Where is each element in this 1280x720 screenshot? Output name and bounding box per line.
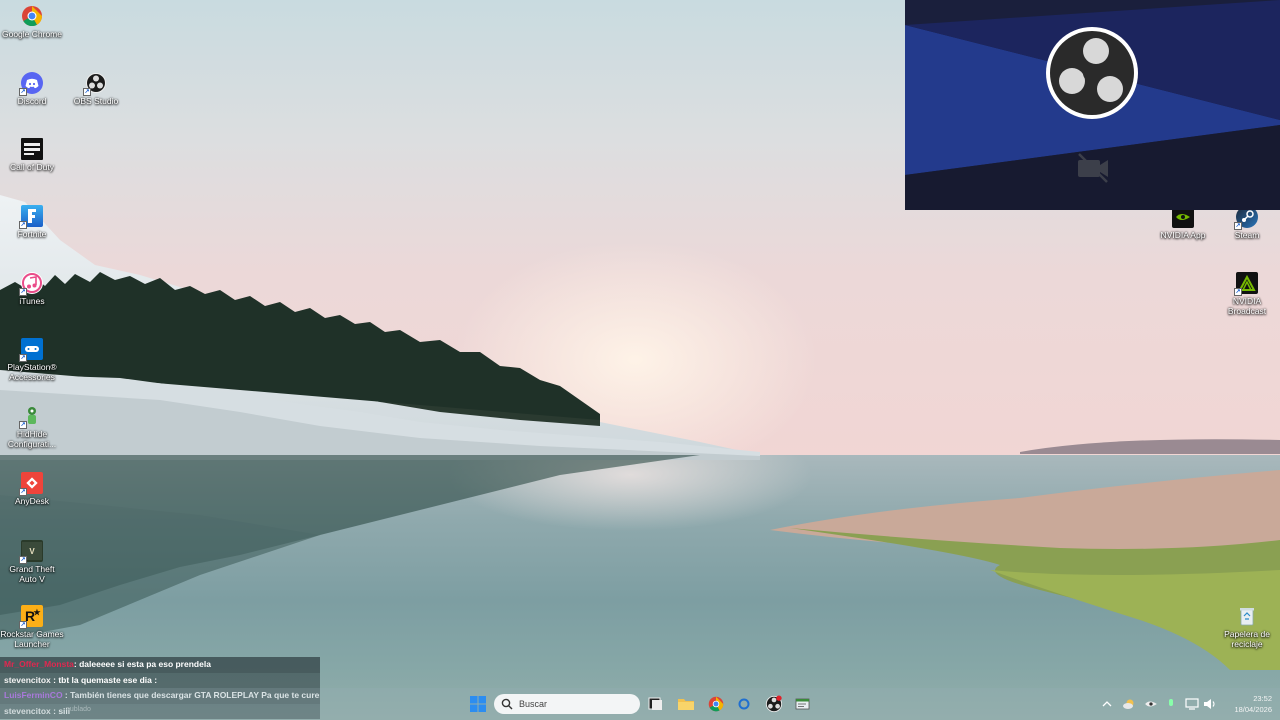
svg-text:★: ★ — [33, 608, 41, 617]
desktop-icon-rockstar[interactable]: R ★ ↗ Rockstar Games Launcher — [0, 605, 64, 649]
desktop-icon-label: AnyDesk — [14, 496, 49, 506]
camera-off-icon — [1078, 153, 1108, 183]
desktop-icon-obs[interactable]: ↗ OBS Studio — [64, 72, 128, 106]
desktop-icon-discord[interactable]: ↗ Discord — [0, 72, 64, 106]
tray-mic[interactable] — [1164, 696, 1178, 712]
taskbar-cortana[interactable] — [733, 694, 755, 714]
desktop-icon-label: Call of Duty — [10, 162, 54, 172]
tray-volume[interactable] — [1202, 696, 1218, 712]
wallpaper-mountain — [0, 195, 760, 460]
playstation-icon: ↗ — [19, 338, 43, 362]
taskbar-search[interactable]: Buscar — [494, 694, 640, 714]
desktop-icon-hidhide[interactable]: ↗ HidHide Configurati... — [0, 405, 64, 449]
desktop-icon-chrome[interactable]: Google Chrome — [0, 5, 64, 39]
itunes-icon: ↗ — [19, 272, 43, 296]
folder-icon — [678, 699, 694, 710]
recycle-bin-icon — [1236, 605, 1258, 627]
desktop-icon-label: iTunes — [19, 296, 45, 306]
desktop-icon-label: Grand Theft Auto V — [9, 564, 55, 584]
discord-icon: ↗ — [19, 72, 43, 96]
desktop-icon-label: PlayStation® Accessories — [7, 362, 57, 382]
rockstar-icon: R ★ ↗ — [19, 605, 43, 629]
desktop-icon-label: OBS Studio — [73, 96, 119, 106]
desktop-icon-fortnite[interactable]: ↗ Fortnite — [0, 205, 64, 239]
call-of-duty-icon — [21, 138, 43, 160]
desktop-icon-nvidia-broadcast[interactable]: ↗ NVIDIA Broadcast — [1215, 272, 1279, 316]
chat-text: : tbt la quemaste ese dia : — [50, 674, 158, 685]
search-icon — [501, 698, 513, 710]
desktop-icon-label: Fortnite — [17, 229, 47, 239]
tray-network[interactable] — [1184, 696, 1200, 712]
obs-icon — [765, 695, 783, 713]
clock-date: 18/04/2026 — [1234, 705, 1272, 714]
desktop-icon-nvidia-app[interactable]: NVIDIA App — [1151, 206, 1215, 240]
gta-icon: V ↗ — [19, 540, 43, 564]
tray-weather[interactable] — [1121, 696, 1137, 712]
microphone-icon — [1169, 699, 1173, 706]
chevron-up-icon — [1102, 701, 1112, 707]
obs-camera-preview[interactable] — [905, 0, 1280, 210]
weather-cloud-icon — [1123, 699, 1134, 709]
show-hidden-icons-button[interactable] — [1100, 696, 1114, 712]
desktop-icon-label: HidHide Configurati... — [7, 429, 57, 449]
circle-app-icon — [738, 698, 750, 710]
window-app-icon — [795, 698, 810, 710]
desktop-icon-call-of-duty[interactable]: Call of Duty — [0, 138, 64, 172]
taskbar-clock[interactable]: 23:52 18/04/2026 — [1222, 693, 1272, 715]
desktop-icon-steam[interactable]: ↗ Steam — [1215, 206, 1279, 240]
start-button[interactable] — [467, 694, 489, 714]
network-icon — [1185, 698, 1199, 710]
nvidia-tray-icon — [1145, 701, 1157, 707]
desktop-icon-label: NVIDIA Broadcast — [1227, 296, 1267, 316]
obs-logo-icon — [1046, 27, 1138, 119]
chat-text: : daleeeee si esta pa eso prendela — [73, 659, 211, 669]
taskbar-chrome[interactable] — [705, 694, 727, 714]
chat-message: stevencitox : tbt la quemaste ese dia : — [0, 672, 320, 688]
nvidia-broadcast-icon: ↗ — [1234, 272, 1258, 296]
desktop-icon-playstation-accessories[interactable]: ↗ PlayStation® Accessories — [0, 338, 64, 382]
chat-username: stevencitox — [4, 674, 51, 685]
desktop-icon-label: Papelera de reciclaje — [1224, 629, 1270, 649]
chat-username: Mr_Offer_Monsta — [4, 659, 74, 669]
task-view-button[interactable] — [645, 694, 667, 714]
taskbar-obs[interactable] — [763, 694, 785, 714]
wallpaper-shore — [770, 439, 1280, 670]
chat-message: Mr_Offer_Monsta: daleeeee si esta pa eso… — [0, 657, 320, 673]
taskbar — [0, 688, 1280, 720]
hidhide-icon: ↗ — [19, 405, 43, 429]
chrome-icon — [21, 5, 43, 27]
speaker-icon — [1204, 699, 1215, 709]
wallpaper-reflection — [0, 455, 700, 640]
obs-icon: ↗ — [83, 72, 107, 96]
desktop-icon-label: Steam — [1234, 230, 1260, 240]
anydesk-icon: ↗ — [19, 472, 43, 496]
desktop-icon-label: Discord — [17, 96, 47, 106]
desktop-icon-itunes[interactable]: ↗ iTunes — [0, 272, 64, 306]
desktop-icon-label: Rockstar Games Launcher — [0, 629, 64, 649]
tray-nvidia[interactable] — [1143, 696, 1159, 712]
search-placeholder: Buscar — [519, 699, 548, 709]
desktop-icon-label: Google Chrome — [1, 29, 62, 39]
desktop-icon-gta-v[interactable]: V ↗ Grand Theft Auto V — [0, 540, 64, 584]
svg-text:V: V — [29, 547, 35, 556]
chrome-icon — [708, 696, 724, 712]
desktop-icon-label: NVIDIA App — [1160, 230, 1206, 240]
desktop-icon-recycle-bin[interactable]: Papelera de reciclaje — [1215, 605, 1279, 649]
desktop-icon-anydesk[interactable]: ↗ AnyDesk — [0, 472, 64, 506]
taskbar-app[interactable] — [792, 694, 814, 714]
task-view-icon — [648, 697, 662, 710]
windows-logo-icon — [470, 696, 486, 712]
fortnite-icon: ↗ — [19, 205, 43, 229]
taskbar-file-explorer[interactable] — [675, 694, 697, 714]
clock-time: 23:52 — [1253, 694, 1272, 703]
